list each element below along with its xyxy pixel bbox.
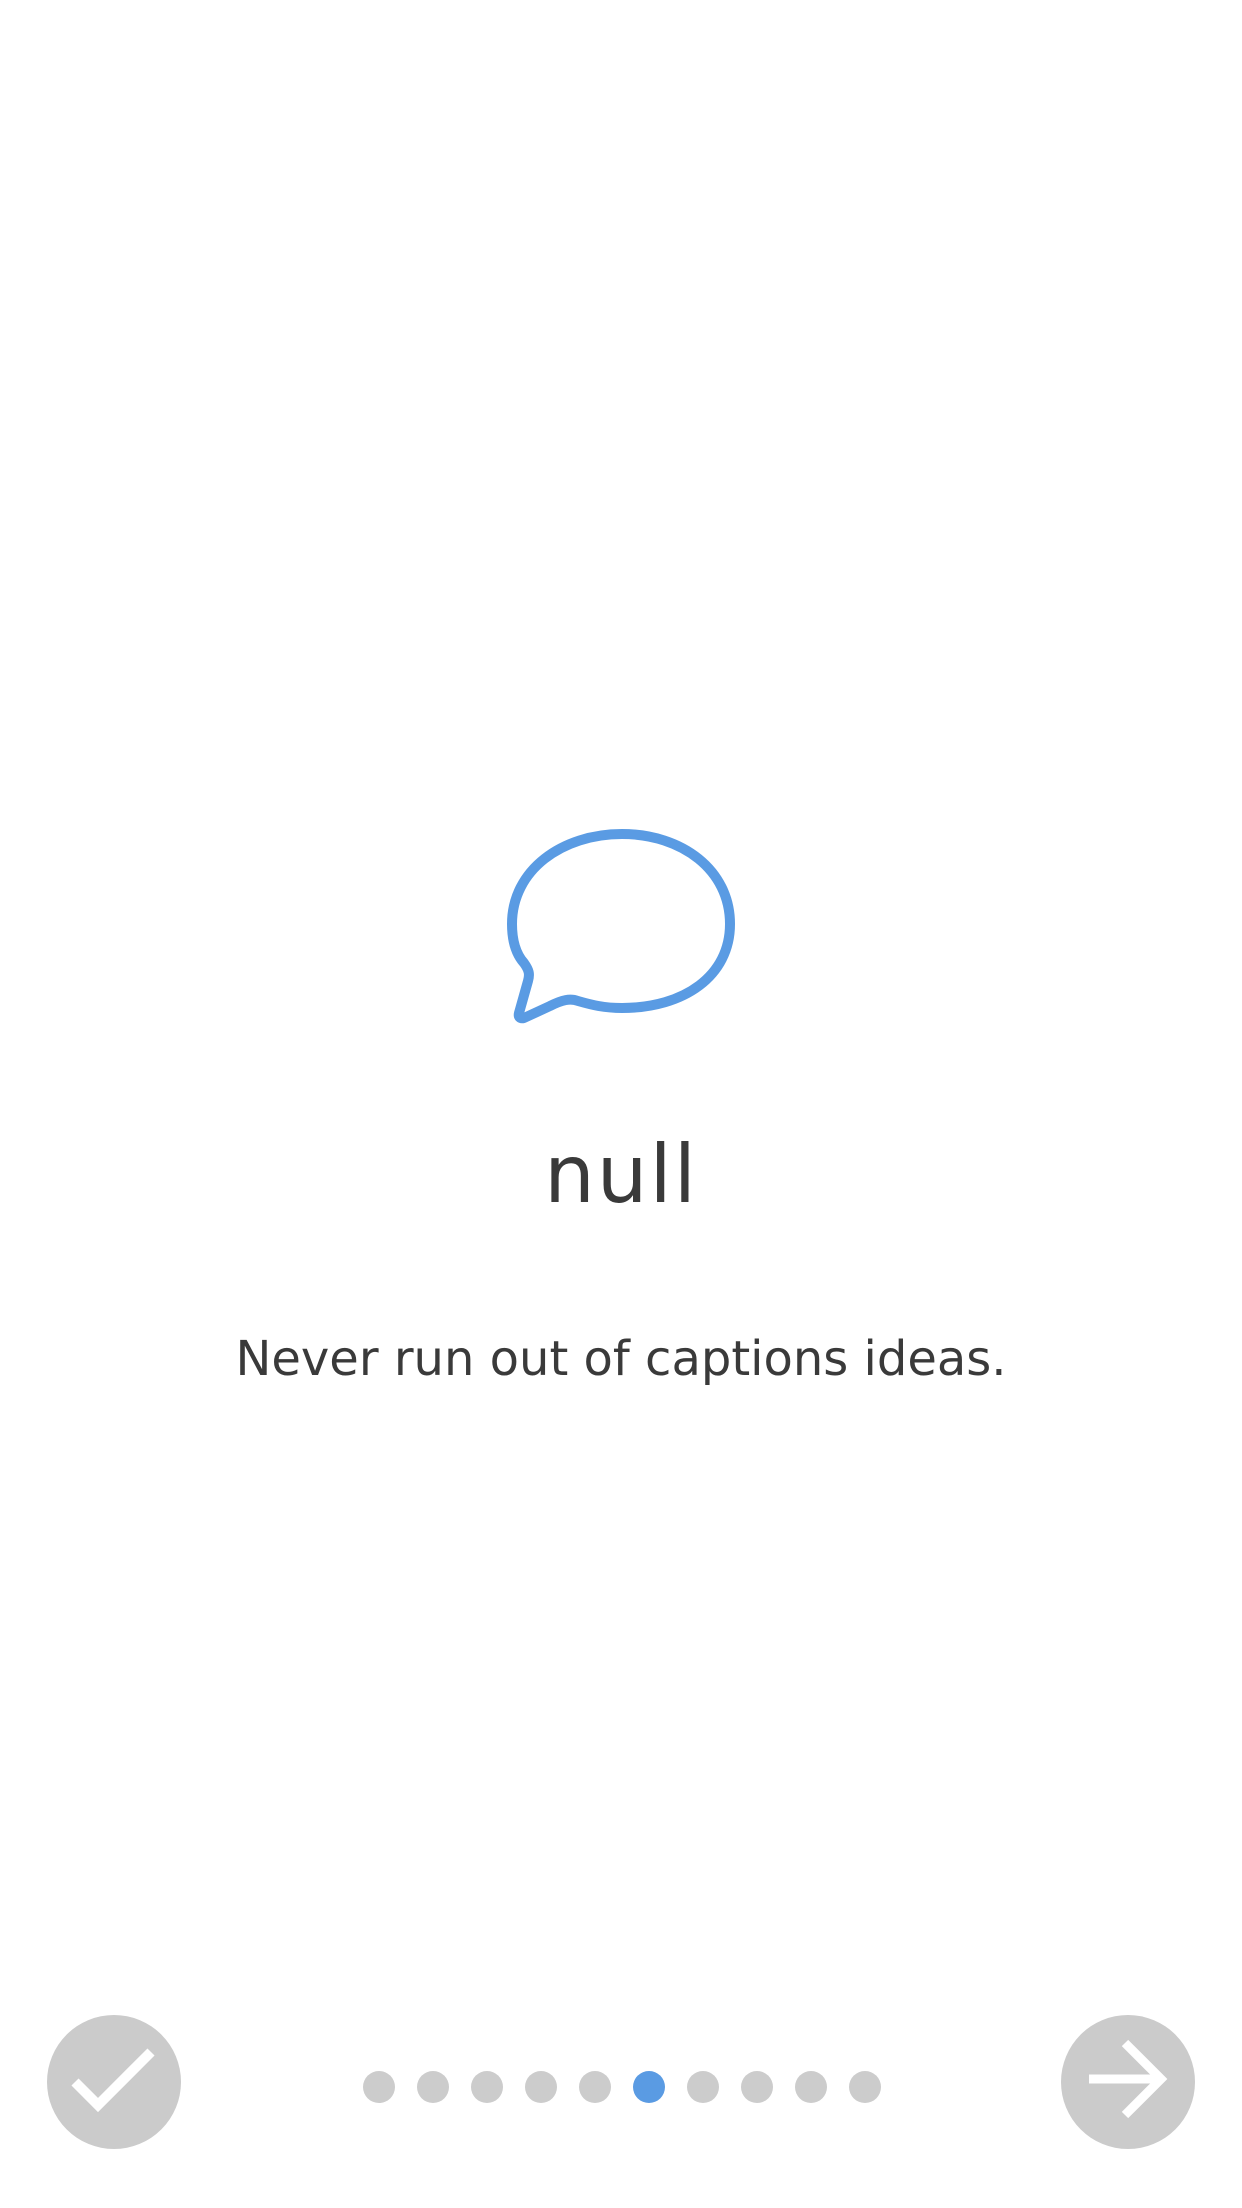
page-title: null <box>544 1128 698 1221</box>
page-dot[interactable] <box>363 2071 395 2103</box>
speech-bubble-icon <box>504 828 740 1024</box>
page-dot[interactable] <box>417 2071 449 2103</box>
page-dot[interactable] <box>741 2071 773 2103</box>
page-dot[interactable] <box>471 2071 503 2103</box>
page-dot[interactable] <box>579 2071 611 2103</box>
next-button[interactable] <box>1061 2015 1195 2149</box>
page-dot[interactable] <box>525 2071 557 2103</box>
page-indicator <box>363 2071 881 2103</box>
done-button[interactable] <box>47 2015 181 2149</box>
page-dot[interactable] <box>849 2071 881 2103</box>
page-dot-active[interactable] <box>633 2071 665 2103</box>
onboarding-screen: null Never run out of captions ideas. <box>0 0 1242 2208</box>
page-dot[interactable] <box>795 2071 827 2103</box>
page-dot[interactable] <box>687 2071 719 2103</box>
checkmark-icon <box>71 2048 155 2113</box>
page-subtitle: Never run out of captions ideas. <box>235 1331 1007 1387</box>
arrow-right-icon <box>1089 2039 1168 2119</box>
